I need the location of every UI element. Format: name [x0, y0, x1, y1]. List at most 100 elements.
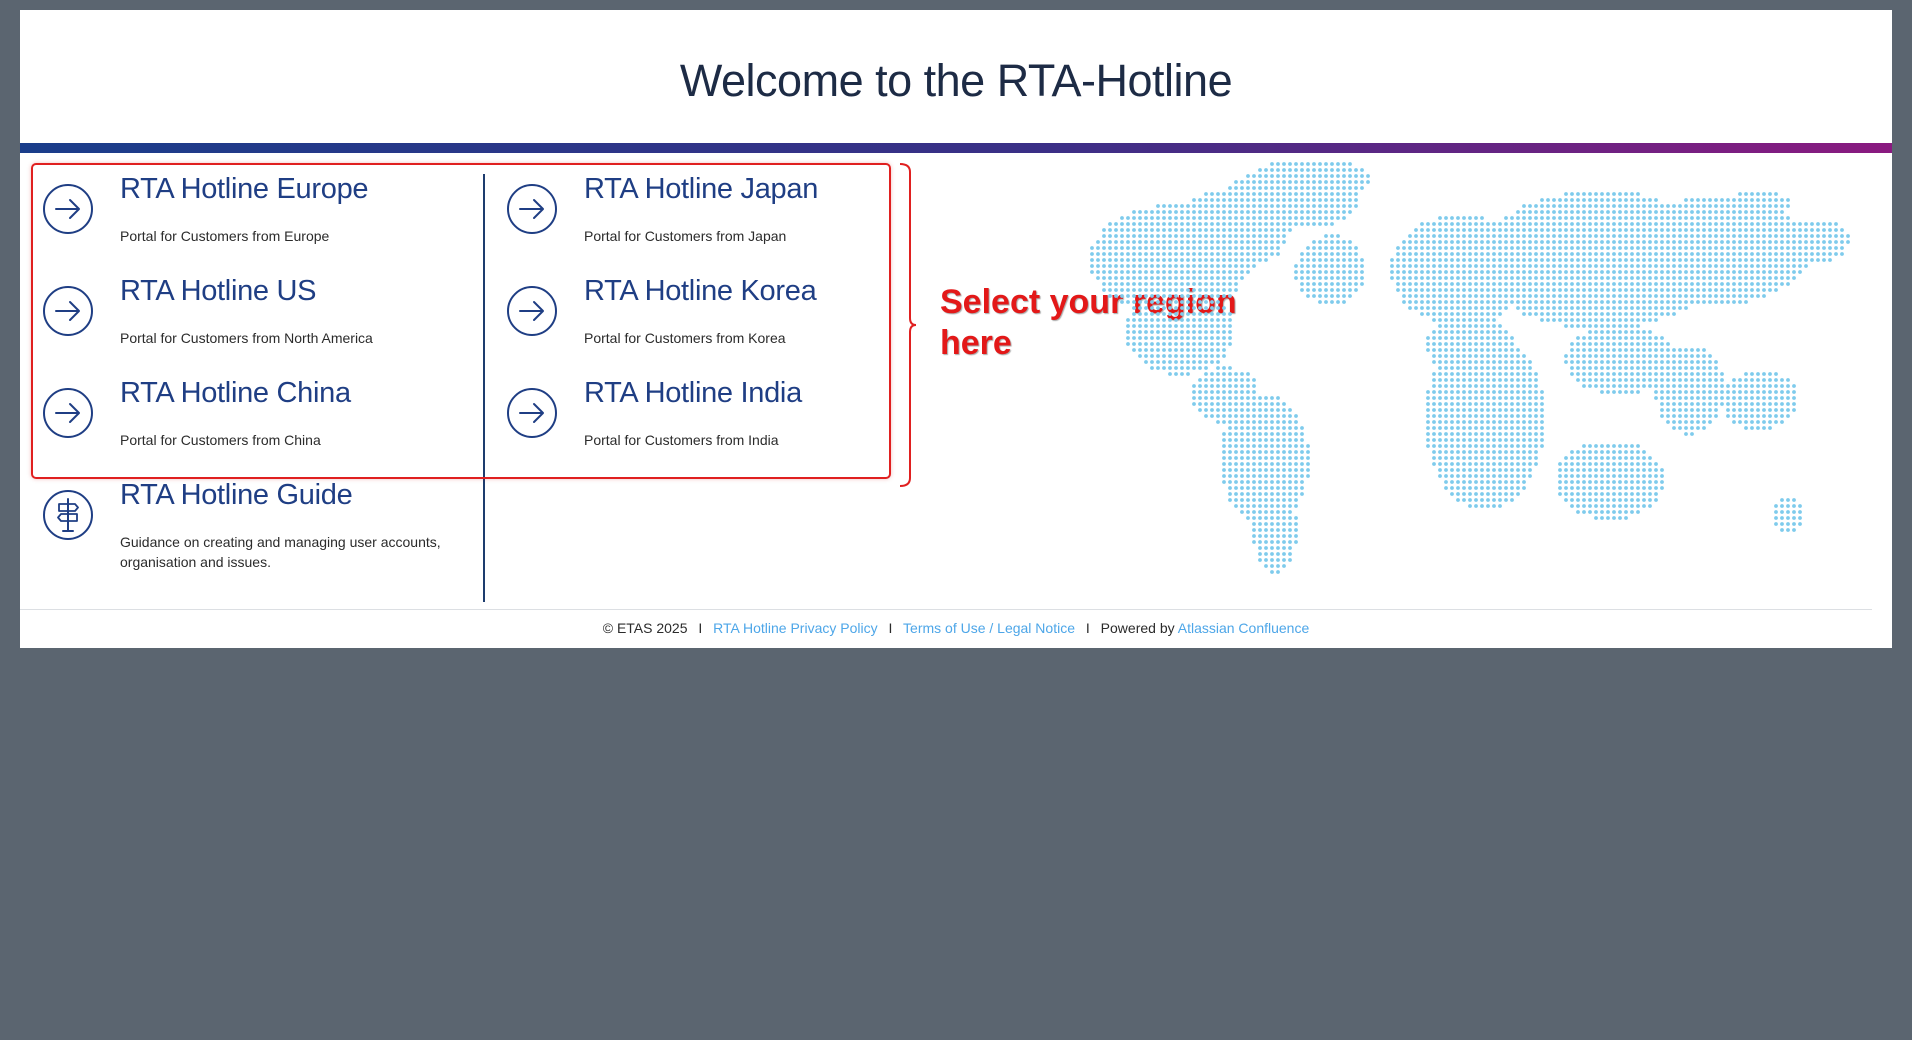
map-dot	[1498, 426, 1502, 430]
map-dot	[1216, 384, 1220, 388]
map-dot	[1486, 258, 1490, 262]
map-dot	[1696, 390, 1700, 394]
map-dot	[1600, 294, 1604, 298]
map-dot	[1660, 276, 1664, 280]
map-dot	[1714, 414, 1718, 418]
map-dot	[1522, 258, 1526, 262]
map-dot	[1600, 210, 1604, 214]
map-dot	[1258, 396, 1262, 400]
map-dot	[1744, 276, 1748, 280]
map-dot	[1462, 228, 1466, 232]
map-dot	[1252, 210, 1256, 214]
signpost-icon	[43, 490, 93, 540]
map-dot	[1486, 492, 1490, 496]
map-dot	[1444, 456, 1448, 460]
privacy-policy-link[interactable]: RTA Hotline Privacy Policy	[713, 620, 877, 636]
map-dot	[1504, 438, 1508, 442]
map-dot	[1672, 366, 1676, 370]
map-dot	[1150, 252, 1154, 256]
map-dot	[1264, 498, 1268, 502]
map-dot	[1120, 282, 1124, 286]
map-dot	[1318, 294, 1322, 298]
map-dot	[1426, 288, 1430, 292]
map-dot	[1600, 516, 1604, 520]
map-dot	[1714, 198, 1718, 202]
map-dot	[1096, 246, 1100, 250]
map-dot	[1132, 330, 1136, 334]
map-dot	[1738, 294, 1742, 298]
map-dot	[1318, 186, 1322, 190]
map-dot	[1786, 522, 1790, 526]
map-dot	[1162, 258, 1166, 262]
map-dot	[1576, 468, 1580, 472]
map-dot	[1306, 264, 1310, 268]
map-dot	[1768, 210, 1772, 214]
map-dot	[1792, 396, 1796, 400]
map-dot	[1702, 396, 1706, 400]
map-dot	[1594, 300, 1598, 304]
map-dot	[1138, 240, 1142, 244]
map-dot	[1648, 372, 1652, 376]
map-dot	[1744, 252, 1748, 256]
map-dot	[1534, 216, 1538, 220]
map-dot	[1750, 192, 1754, 196]
map-dot	[1732, 204, 1736, 208]
map-dot	[1732, 258, 1736, 262]
map-dot	[1534, 456, 1538, 460]
map-dot	[1150, 312, 1154, 316]
map-dot	[1114, 264, 1118, 268]
map-dot	[1240, 198, 1244, 202]
guide-name[interactable]: RTA Hotline Guide	[120, 479, 353, 512]
map-dot	[1276, 492, 1280, 496]
map-dot	[1702, 426, 1706, 430]
map-dot	[1234, 474, 1238, 478]
map-dot	[1612, 366, 1616, 370]
map-dot	[1132, 258, 1136, 262]
map-dot	[1600, 348, 1604, 352]
map-dot	[1306, 198, 1310, 202]
map-dot	[1168, 240, 1172, 244]
map-dot	[1336, 180, 1340, 184]
map-dot	[1756, 402, 1760, 406]
map-dot	[1798, 504, 1802, 508]
map-dot	[1798, 522, 1802, 526]
map-dot	[1642, 318, 1646, 322]
map-dot	[1132, 342, 1136, 346]
map-dot	[1672, 222, 1676, 226]
map-dot	[1336, 168, 1340, 172]
map-dot	[1414, 246, 1418, 250]
map-dot	[1648, 240, 1652, 244]
map-dot	[1264, 528, 1268, 532]
map-dot	[1558, 294, 1562, 298]
map-dot	[1612, 294, 1616, 298]
map-dot	[1594, 330, 1598, 334]
map-dot	[1588, 450, 1592, 454]
map-dot	[1282, 216, 1286, 220]
map-dot	[1618, 516, 1622, 520]
map-dot	[1654, 474, 1658, 478]
map-dot	[1600, 456, 1604, 460]
map-dot	[1486, 288, 1490, 292]
map-dot	[1750, 240, 1754, 244]
map-dot	[1666, 384, 1670, 388]
map-dot	[1522, 204, 1526, 208]
map-dot	[1654, 198, 1658, 202]
map-dot	[1582, 234, 1586, 238]
map-dot	[1654, 384, 1658, 388]
map-dot	[1330, 204, 1334, 208]
map-dot	[1492, 492, 1496, 496]
atlassian-confluence-link[interactable]: Atlassian Confluence	[1178, 620, 1310, 636]
map-dot	[1582, 444, 1586, 448]
map-dot	[1486, 276, 1490, 280]
terms-of-use-link[interactable]: Terms of Use / Legal Notice	[903, 620, 1075, 636]
map-dot	[1570, 486, 1574, 490]
map-dot	[1444, 258, 1448, 262]
copyright-text: © ETAS 2025	[602, 620, 688, 636]
map-dot	[1588, 300, 1592, 304]
map-dot	[1696, 420, 1700, 424]
map-dot	[1204, 312, 1208, 316]
map-dot	[1756, 240, 1760, 244]
map-dot	[1624, 342, 1628, 346]
map-dot	[1174, 282, 1178, 286]
map-dot	[1588, 360, 1592, 364]
